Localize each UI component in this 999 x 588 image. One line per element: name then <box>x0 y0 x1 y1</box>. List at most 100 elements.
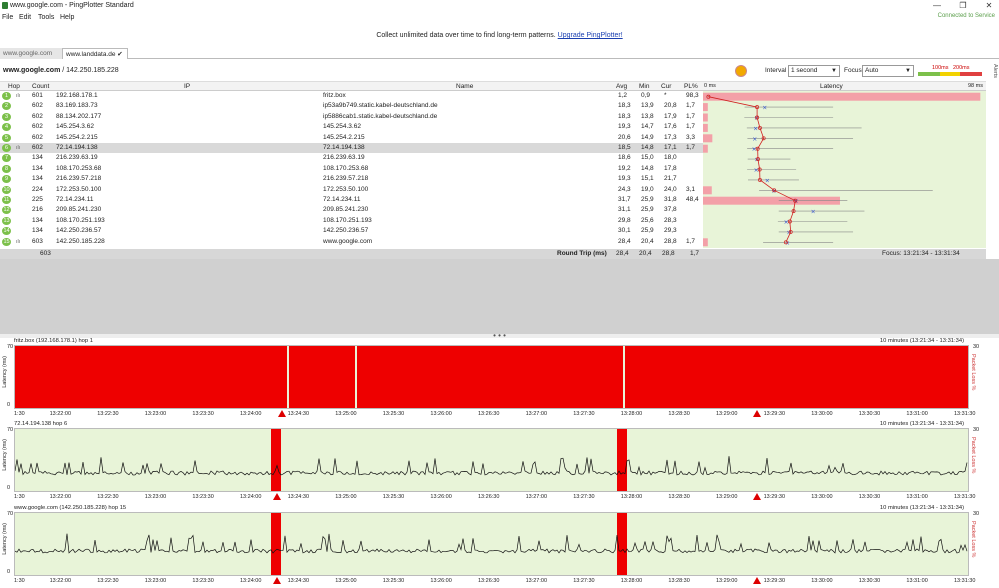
cell-pl: 48,4 <box>686 196 699 203</box>
cell-avg: 18,5 <box>618 144 631 151</box>
x-tick-label: 13:29:00 <box>716 411 738 417</box>
x-tick-label: 13:25:00 <box>335 411 357 417</box>
x-tick-label: 13:28:00 <box>620 494 643 500</box>
cell-cur: 31,8 <box>664 196 677 203</box>
cell-min: 25,9 <box>641 206 654 214</box>
cell-avg: 18,3 <box>618 112 631 120</box>
col-min[interactable]: Min <box>639 83 649 90</box>
pause-button[interactable] <box>735 65 747 77</box>
event-marker-icon[interactable] <box>753 493 762 500</box>
graph-toggle-icon[interactable]: ılı <box>16 145 20 151</box>
graph-toggle-icon[interactable]: ılı <box>16 93 20 99</box>
cell-cur: 17,3 <box>664 133 677 141</box>
col-avg[interactable]: Avg <box>616 83 627 90</box>
latency-line <box>15 533 968 554</box>
cell-cur: 21,7 <box>664 175 677 183</box>
col-ip[interactable]: IP <box>184 83 190 90</box>
hop-badge: 8 <box>2 164 11 173</box>
hop-badge: 6 <box>2 144 11 152</box>
maximize-button[interactable]: ❐ <box>956 1 970 11</box>
cell-ip: 142.250.185.228 <box>56 237 105 245</box>
cell-name: 172.253.50.100 <box>323 185 369 193</box>
cell-cur: 28,8 <box>664 237 677 245</box>
x-tick-label: 13:23:30 <box>192 411 214 417</box>
focus-label: Focus <box>844 67 862 74</box>
menu-help[interactable]: Help <box>60 14 74 21</box>
current-marker: × <box>752 146 757 153</box>
x-tick-label: 13:24:00 <box>240 494 262 500</box>
cell-min: 25,9 <box>641 196 654 203</box>
r-tick-max: 30 <box>973 344 980 350</box>
interval-label: Interval <box>765 67 787 74</box>
footer-cur: 28,8 <box>662 250 675 257</box>
x-tick-label: 13:25:30 <box>382 578 405 584</box>
chevron-down-icon: ▼ <box>905 68 911 74</box>
event-marker-icon[interactable] <box>277 410 286 417</box>
menu-file[interactable]: File <box>2 14 13 21</box>
cell-avg: 19,3 <box>618 175 631 183</box>
col-count[interactable]: Count <box>32 83 49 90</box>
right-axis-label: Packet Loss % <box>970 354 976 391</box>
upgrade-link[interactable]: Upgrade PingPlotter! <box>558 32 623 39</box>
timeline-graph[interactable]: 72.14.194.138 hop 6 10 minutes (13:21:34 … <box>0 421 986 504</box>
graph-plot[interactable] <box>14 345 969 409</box>
timeline-graph[interactable]: fritz.box (192.168.178.1) hop 1 10 minute… <box>0 338 986 421</box>
cell-pl: 1,7 <box>686 123 696 131</box>
current-marker: × <box>762 105 767 112</box>
tab-google[interactable]: www.google.com <box>0 48 62 59</box>
event-marker-icon[interactable] <box>753 577 762 584</box>
latency-trace-svg: ×××××××××××××× <box>703 92 981 247</box>
menu-tools[interactable]: Tools <box>38 14 54 21</box>
tab-landdata[interactable]: www.landdata.de ✔ <box>62 48 128 59</box>
x-tick-label: 1:30 <box>14 578 25 584</box>
x-tick-label: 13:29:00 <box>716 578 738 584</box>
timeline-graph[interactable]: www.google.com (142.250.185.228) hop 15 1… <box>0 505 986 588</box>
cell-min: 25,9 <box>641 227 654 235</box>
graph-range: 10 minutes (13:21:34 - 13:31:34) <box>879 421 964 427</box>
x-tick-label: 13:31:00 <box>906 494 928 500</box>
cell-avg: 31,1 <box>618 206 631 214</box>
graph-plot[interactable] <box>14 428 969 492</box>
x-tick-label: 13:31:00 <box>906 578 928 584</box>
scale-green <box>918 72 940 76</box>
x-tick-label: 13:30:00 <box>811 578 833 584</box>
col-cur[interactable]: Cur <box>661 83 671 90</box>
y-tick-min: 0 <box>7 485 11 491</box>
col-pl[interactable]: PL% <box>684 83 698 90</box>
minimize-button[interactable]: — <box>930 1 944 11</box>
y-tick-max: 70 <box>7 511 14 517</box>
focus-select[interactable]: Auto ▼ <box>862 65 914 77</box>
cell-count: 602 <box>32 123 43 131</box>
x-tick-label: 13:26:00 <box>430 494 452 500</box>
footer-min: 20,4 <box>639 250 652 257</box>
cell-count: 134 <box>32 216 43 224</box>
table-footer: 603 Round Trip (ms) 28,4 20,4 28,8 1,7 F… <box>0 249 986 259</box>
cell-name: 145.254.2.215 <box>323 133 365 141</box>
col-name[interactable]: Name <box>456 83 473 90</box>
col-hop[interactable]: Hop <box>8 83 20 90</box>
close-button[interactable]: ✕ <box>982 1 996 11</box>
r-tick-max: 30 <box>973 511 980 517</box>
event-marker-icon[interactable] <box>753 410 762 417</box>
col-latency: Latency <box>820 83 843 90</box>
current-marker: × <box>765 177 770 184</box>
graph-plot[interactable] <box>14 512 969 576</box>
event-marker-icon[interactable] <box>273 577 282 584</box>
x-tick-label: 13:30:30 <box>858 411 881 417</box>
connection-status: Connected to Service <box>937 13 995 19</box>
y-tick-max: 70 <box>7 344 14 350</box>
cell-min: 15,1 <box>641 175 654 183</box>
hop-badge: 5 <box>2 133 11 142</box>
cell-count: 134 <box>32 175 43 183</box>
graph-title: www.google.com (142.250.185.228) hop 15 <box>14 505 127 511</box>
x-tick-label: 13:30:00 <box>811 494 833 500</box>
menu-edit[interactable]: Edit <box>19 14 31 21</box>
interval-select[interactable]: 1 second ▼ <box>788 65 840 77</box>
cell-avg: 20,6 <box>618 133 631 141</box>
current-marker: × <box>754 167 759 174</box>
x-tick-label: 13:25:00 <box>335 494 357 500</box>
event-marker-icon[interactable] <box>273 493 282 500</box>
cell-pl: 1,7 <box>686 237 696 245</box>
alerts-tab[interactable]: Alerts <box>988 64 998 84</box>
graph-toggle-icon[interactable]: ılı <box>16 239 20 245</box>
